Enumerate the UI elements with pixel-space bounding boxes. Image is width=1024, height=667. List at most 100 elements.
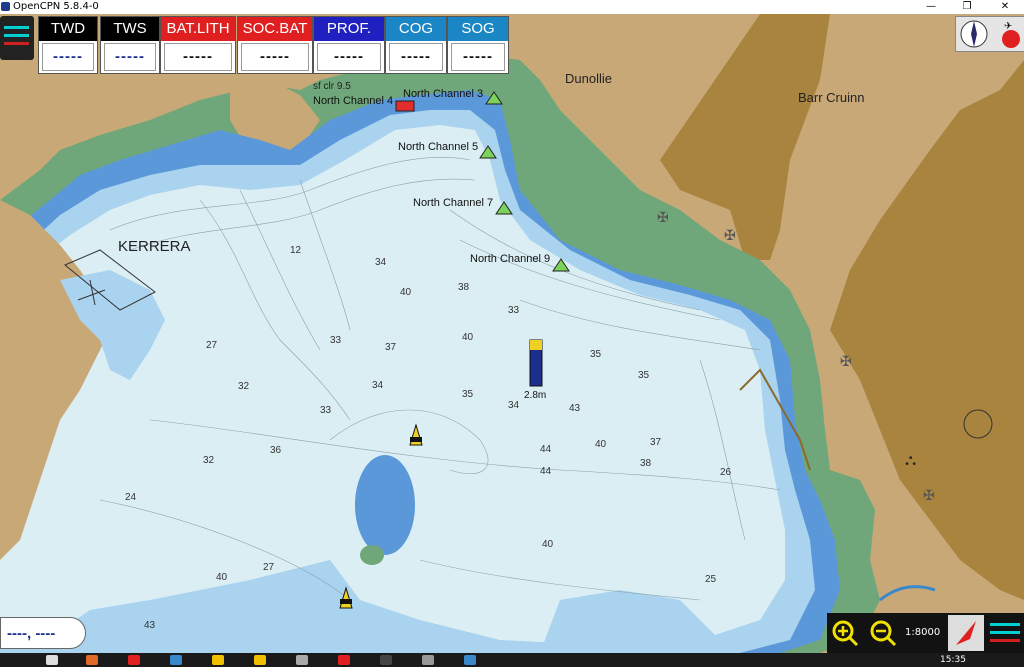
- svg-text:34: 34: [375, 257, 387, 268]
- search-icon[interactable]: [46, 655, 58, 665]
- opencpn-taskbar-icon[interactable]: [464, 655, 476, 665]
- instrument-label: COG: [386, 17, 446, 41]
- instrument-value: -----: [451, 43, 505, 71]
- instrument-label: PROF.: [314, 17, 384, 41]
- svg-text:44: 44: [540, 444, 552, 455]
- instrument-tws[interactable]: TWS -----: [100, 16, 160, 74]
- svg-text:26: 26: [720, 467, 732, 478]
- svg-text:32: 32: [203, 455, 215, 466]
- taskbar-app-icon-4[interactable]: [212, 655, 224, 665]
- instrument-label: TWD: [39, 17, 97, 41]
- windows-taskbar: 15:35: [0, 653, 1024, 667]
- church-symbol-1: ✠: [657, 209, 669, 225]
- svg-text:33: 33: [508, 305, 520, 316]
- instrument-twd[interactable]: TWD -----: [38, 16, 98, 74]
- svg-text:24: 24: [125, 492, 137, 503]
- svg-text:25: 25: [705, 574, 717, 585]
- tide-height-label: 2.8m: [524, 390, 546, 401]
- menu-bar-middle: [4, 34, 29, 37]
- islet-centre: [360, 545, 384, 565]
- svg-text:35: 35: [462, 389, 474, 400]
- svg-text:34: 34: [508, 400, 520, 411]
- chimney-symbol: ⛬: [905, 452, 916, 469]
- svg-text:35: 35: [638, 370, 650, 381]
- instrument-value: -----: [389, 43, 443, 71]
- taskbar-app-icon-6[interactable]: [338, 655, 350, 665]
- options-menu-icon[interactable]: [990, 619, 1020, 647]
- place-dunollie: Dunollie: [565, 71, 612, 86]
- taskbar-clock: 15:35: [940, 655, 966, 665]
- light-characteristic: sf clr 9.5: [313, 81, 351, 92]
- zoom-in-icon[interactable]: [831, 619, 859, 647]
- satellite-icon: ✈: [1004, 21, 1012, 32]
- folder-icon[interactable]: [254, 655, 266, 665]
- gps-status-icon: [1002, 30, 1020, 48]
- chart-scale: 1:8000: [905, 627, 941, 638]
- minimize-button[interactable]: —: [920, 0, 942, 14]
- svg-text:37: 37: [385, 342, 397, 353]
- window-title: OpenCPN 5.8.4-0: [13, 1, 99, 12]
- instrument-prof-[interactable]: PROF. -----: [313, 16, 385, 74]
- svg-text:37: 37: [650, 437, 662, 448]
- cursor-position-readout: ----, ----: [0, 617, 86, 649]
- zoom-out-icon[interactable]: [869, 619, 897, 647]
- svg-text:33: 33: [320, 405, 332, 416]
- boat-follow-icon[interactable]: [948, 615, 984, 651]
- place-barr-cruinn: Barr Cruinn: [798, 90, 864, 105]
- svg-text:40: 40: [595, 439, 607, 450]
- svg-text:43: 43: [569, 403, 581, 414]
- restore-button[interactable]: ❐: [956, 0, 978, 14]
- svg-text:38: 38: [458, 282, 470, 293]
- instrument-soc-bat[interactable]: SOC.BAT -----: [237, 16, 313, 74]
- svg-text:12: 12: [290, 245, 302, 256]
- svg-text:36: 36: [270, 445, 282, 456]
- svg-text:40: 40: [462, 332, 474, 343]
- compass-widget[interactable]: ✈: [955, 16, 1024, 52]
- instrument-value: -----: [164, 43, 232, 71]
- instrument-sog[interactable]: SOG -----: [447, 16, 509, 74]
- opencpn-app-icon: [1, 2, 10, 11]
- instrument-label: SOC.BAT: [238, 17, 312, 41]
- instrument-label: TWS: [101, 17, 159, 41]
- taskbar-app-icon-2[interactable]: [128, 655, 140, 665]
- svg-text:32: 32: [238, 381, 250, 392]
- svg-text:35: 35: [590, 349, 602, 360]
- main-menu-button[interactable]: [0, 16, 34, 60]
- label-north-channel-7: North Channel 7: [413, 197, 493, 209]
- label-north-channel-9: North Channel 9: [470, 253, 550, 265]
- place-kerrera: KERRERA: [118, 238, 191, 255]
- instrument-value: -----: [241, 43, 309, 71]
- taskbar-app-icon-5[interactable]: [296, 655, 308, 665]
- instrument-bat-lith[interactable]: BAT.LITH -----: [160, 16, 236, 74]
- window-titlebar: OpenCPN 5.8.4-0 — ❐ ✕: [0, 0, 1024, 14]
- instrument-value: -----: [317, 43, 381, 71]
- church-symbol-4: ✠: [923, 487, 935, 503]
- instrument-value: -----: [104, 43, 156, 71]
- zoom-toolbar: 1:8000: [827, 613, 1024, 653]
- instrument-label: SOG: [448, 17, 508, 41]
- taskbar-app-icon-1[interactable]: [86, 655, 98, 665]
- svg-text:40: 40: [216, 572, 228, 583]
- instrument-value: -----: [42, 43, 94, 71]
- taskbar-app-icon-7[interactable]: [380, 655, 392, 665]
- close-button[interactable]: ✕: [994, 0, 1016, 14]
- instrument-cog[interactable]: COG -----: [385, 16, 447, 74]
- church-symbol-2: ✠: [724, 227, 736, 243]
- svg-text:40: 40: [400, 287, 412, 298]
- svg-text:27: 27: [263, 562, 275, 573]
- svg-text:40: 40: [542, 539, 554, 550]
- svg-text:33: 33: [330, 335, 342, 346]
- svg-text:44: 44: [540, 466, 552, 477]
- taskbar-app-icon-3[interactable]: [170, 655, 182, 665]
- label-north-channel-3: North Channel 3: [403, 88, 483, 100]
- shoal-centre: [355, 455, 415, 555]
- taskbar-app-icon-8[interactable]: [422, 655, 434, 665]
- svg-text:27: 27: [206, 340, 218, 351]
- instrument-label: BAT.LITH: [161, 17, 235, 41]
- menu-bar-bottom: [4, 42, 29, 45]
- church-symbol-3: ✠: [840, 353, 852, 369]
- svg-text:43: 43: [144, 620, 156, 631]
- nautical-chart[interactable]: 34 40 38 33 40 37 33 34 33 36 32 32 27 12 35 35 43 4…: [0, 14, 1024, 653]
- label-north-channel-4: North Channel 4: [313, 95, 393, 107]
- label-north-channel-5: North Channel 5: [398, 141, 478, 153]
